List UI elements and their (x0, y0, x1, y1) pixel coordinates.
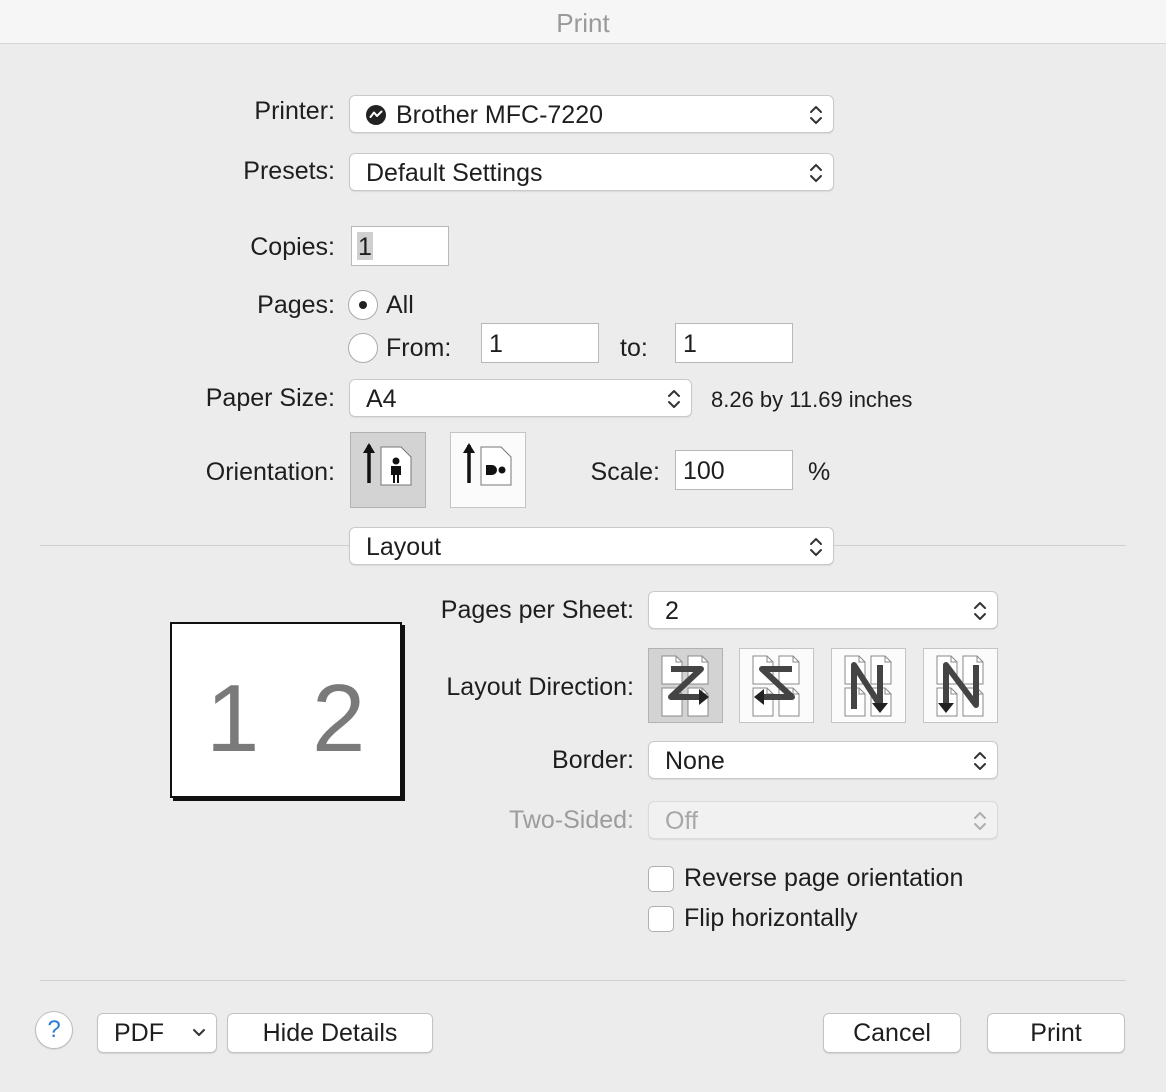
hide-details-button[interactable]: Hide Details (227, 1013, 433, 1053)
printer-value: Brother MFC-7220 (396, 101, 604, 129)
copies-label: Copies: (250, 233, 335, 261)
copies-field[interactable]: 1 (351, 226, 449, 266)
two-sided-value: Off (665, 807, 698, 835)
paper-size-popup[interactable]: A4 (349, 379, 692, 417)
pdf-menu-button[interactable]: PDF (97, 1013, 217, 1053)
z-direction-icon (661, 655, 709, 717)
presets-popup[interactable]: Default Settings (349, 153, 834, 191)
pages-per-sheet-popup[interactable]: 2 (648, 591, 998, 629)
reverse-page-orientation-label: Reverse page orientation (684, 864, 964, 892)
help-icon: ? (47, 1016, 61, 1043)
pages-all-radio[interactable] (348, 290, 378, 320)
section-popup[interactable]: Layout (349, 527, 834, 565)
n-direction-icon (936, 655, 984, 717)
landscape-orientation-icon (463, 443, 512, 486)
border-label: Border: (552, 746, 634, 774)
pages-from-radio[interactable] (348, 333, 378, 363)
portrait-orientation-button[interactable] (350, 432, 426, 508)
layout-direction-button-reverse-z[interactable] (739, 648, 814, 723)
preview-page-number: 1 (206, 665, 260, 772)
layout-direction-label: Layout Direction: (446, 673, 634, 701)
scale-field[interactable]: 100 (675, 450, 793, 490)
preview-page-number: 2 (312, 665, 366, 772)
border-popup[interactable]: None (648, 741, 998, 779)
pages-from-value: 1 (489, 330, 503, 358)
radio-selected-dot (359, 301, 367, 309)
footer-divider (40, 980, 1126, 981)
window-title: Print (556, 8, 610, 38)
pages-to-label: to: (620, 334, 648, 362)
pages-to-value: 1 (683, 330, 697, 358)
reverse-page-orientation-checkbox[interactable] (648, 866, 674, 892)
layout-direction-button-z[interactable] (648, 648, 723, 723)
scale-unit: % (808, 458, 831, 486)
section-value: Layout (366, 533, 442, 561)
paper-size-label: Paper Size: (205, 384, 335, 412)
presets-value: Default Settings (366, 159, 543, 187)
layout-direction-button-n[interactable] (923, 648, 998, 723)
chevron-updown-icon (807, 103, 825, 127)
pages-from-label: From: (386, 334, 452, 362)
printer-label: Printer: (254, 97, 335, 125)
layout-direction-button-n-reverse[interactable] (831, 648, 906, 723)
chevron-updown-icon (665, 387, 683, 411)
portrait-orientation-icon (363, 443, 412, 486)
printer-popup[interactable]: Brother MFC-7220 (349, 95, 834, 133)
chevron-updown-icon (807, 161, 825, 185)
layout-preview-sheet: 1 2 (170, 622, 402, 798)
pages-per-sheet-label: Pages per Sheet: (440, 596, 634, 624)
flip-horizontally-label: Flip horizontally (684, 904, 858, 932)
printer-status-icon (366, 105, 386, 125)
chevron-down-icon (193, 1029, 205, 1036)
n-reverse-direction-icon (844, 655, 892, 717)
help-button[interactable]: ? (35, 1011, 73, 1049)
scale-label: Scale: (590, 458, 660, 486)
pages-from-field[interactable]: 1 (481, 323, 599, 363)
pdf-label: PDF (114, 1019, 164, 1047)
chevron-updown-icon (807, 535, 825, 559)
flip-horizontally-checkbox[interactable] (648, 906, 674, 932)
pages-per-sheet-value: 2 (665, 597, 679, 625)
chevron-updown-icon (971, 749, 989, 773)
two-sided-label: Two-Sided: (508, 806, 634, 834)
print-button[interactable]: Print (987, 1013, 1125, 1053)
pages-to-field[interactable]: 1 (675, 323, 793, 363)
paper-size-value: A4 (366, 385, 397, 413)
chevron-updown-icon (971, 599, 989, 623)
orientation-label: Orientation: (205, 458, 335, 486)
chevron-updown-icon (971, 809, 989, 833)
scale-value: 100 (683, 457, 725, 485)
paper-size-dimensions: 8.26 by 11.69 inches (711, 387, 913, 412)
presets-label: Presets: (243, 157, 335, 185)
pages-all-label: All (386, 291, 414, 319)
cancel-button[interactable]: Cancel (823, 1013, 961, 1053)
landscape-orientation-button[interactable] (450, 432, 526, 508)
pages-label: Pages: (257, 291, 335, 319)
border-value: None (665, 747, 725, 775)
copies-value: 1 (358, 233, 372, 261)
reverse-z-direction-icon (752, 655, 800, 717)
two-sided-popup: Off (648, 801, 998, 839)
